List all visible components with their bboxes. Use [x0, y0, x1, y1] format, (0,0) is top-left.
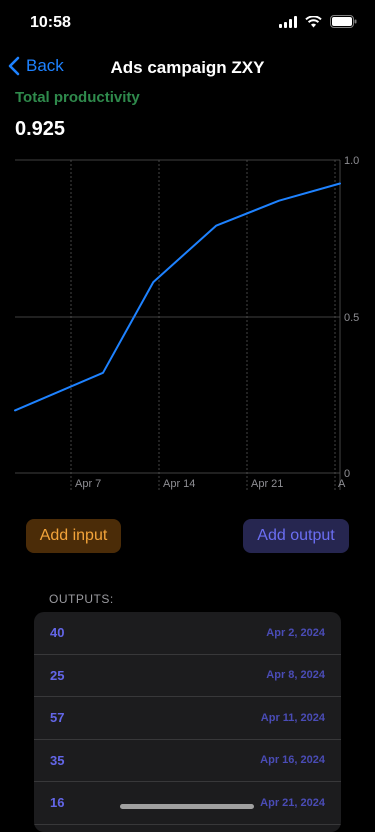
page-title: Ads campaign ZXY [110, 58, 265, 77]
outputs-list: 40 Apr 2, 2024 25 Apr 8, 2024 57 Apr 11,… [34, 612, 341, 832]
output-date: Apr 8, 2024 [266, 669, 325, 682]
x-tick-label: Apr 7 [75, 478, 101, 490]
list-item[interactable]: 40 Apr 2, 2024 [34, 612, 341, 655]
y-tick-label: 0.5 [344, 312, 359, 324]
output-date: Apr 21, 2024 [260, 796, 325, 809]
x-tick-label: Apr 21 [251, 478, 283, 490]
output-value: 25 [50, 667, 65, 683]
wifi-icon [305, 15, 322, 27]
metric-label: Total productivity [15, 89, 140, 106]
output-date: Apr 11, 2024 [260, 711, 325, 724]
output-value: 57 [50, 710, 65, 726]
x-tick-label: Apr 14 [163, 478, 195, 490]
status-bar: 10:58 [0, 0, 375, 48]
list-item[interactable]: 25 Apr 8, 2024 [34, 655, 341, 697]
output-value: 40 [50, 625, 65, 641]
list-item[interactable]: 35 Apr 16, 2024 [34, 740, 341, 782]
output-value: 35 [50, 752, 65, 768]
productivity-chart: 1.0 0.5 0 Apr 7 Apr 14 Apr 21 A [14, 155, 359, 490]
output-value: 16 [50, 795, 65, 811]
battery-icon [330, 15, 357, 28]
outputs-header: OUTPUTS: [49, 592, 114, 606]
metric-value: 0.925 [15, 118, 66, 140]
navigation-bar: Back Ads campaign ZXY [0, 50, 375, 86]
list-item[interactable]: 57 Apr 11, 2024 [34, 697, 341, 740]
status-icons [279, 15, 357, 28]
y-tick-label: 1.0 [344, 155, 359, 167]
output-date: Apr 2, 2024 [266, 626, 325, 639]
x-tick-label: A [338, 478, 346, 490]
home-indicator [120, 804, 254, 809]
signal-icon [279, 15, 297, 28]
status-time: 10:58 [30, 14, 71, 31]
add-input-button[interactable]: Add input [26, 519, 121, 553]
add-output-button[interactable]: Add output [243, 519, 349, 553]
series-line [14, 182, 341, 412]
output-date: Apr 16, 2024 [260, 754, 325, 767]
